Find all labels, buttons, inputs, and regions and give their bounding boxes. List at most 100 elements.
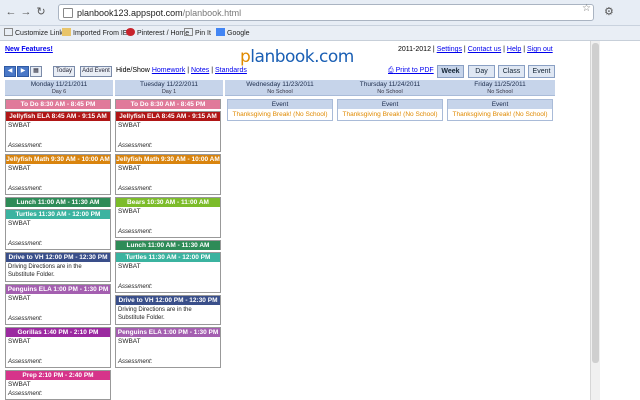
lesson-title: Drive to VH 12:00 PM - 12:30 PM (6, 253, 110, 262)
bookmark-label: Pinterest / Home (137, 30, 190, 37)
day-label: No School (487, 89, 513, 95)
lesson-card[interactable]: Prep 2:10 PM - 2:40 PM SWBAT Assessment: (5, 370, 111, 400)
lesson-assessment: Assessment: (8, 316, 43, 322)
calendar-icon[interactable]: ▦ (30, 66, 42, 77)
help-link[interactable]: Help (507, 46, 521, 53)
pinterest-icon (126, 28, 135, 36)
printer-icon: ⎙ (388, 67, 394, 74)
tab-week[interactable]: Week (437, 65, 464, 78)
lesson-assessment: Assessment: (8, 186, 43, 192)
lesson-card[interactable]: Jellyfish Math 9:30 AM - 10:00 AM SWBAT As… (5, 154, 111, 195)
back-icon[interactable]: ← (4, 5, 18, 19)
notes-toggle[interactable]: Notes (191, 67, 209, 74)
bookmark-google[interactable]: Google (216, 28, 250, 39)
lesson-card[interactable]: Jellyfish Math 9:30 AM - 10:00 AM SWBAT As… (115, 154, 221, 195)
day-header-wednesday: Wednesday 11/23/2011 No School (225, 80, 335, 96)
lesson-card[interactable]: Drive to VH 12:00 PM - 12:30 PM Driving D… (115, 295, 221, 325)
bookmark-star-icon[interactable]: ☆ (582, 3, 591, 14)
lesson-card[interactable]: Lunch 11:00 AM - 11:30 AM (115, 240, 221, 250)
google-icon (216, 28, 225, 36)
lesson-swbat: SWBAT (118, 263, 141, 270)
lesson-card[interactable]: Penguins ELA 1:00 PM - 1:30 PM SWBAT Asses… (115, 327, 221, 368)
standards-toggle[interactable]: Standards (215, 67, 247, 74)
lesson-assessment: Assessment: (8, 359, 43, 365)
bookmark-customize-links[interactable]: Customize Links (4, 28, 66, 39)
bookmark-pinterest[interactable]: Pinterest / Home (126, 28, 189, 39)
day-label: No School (377, 89, 403, 95)
new-features-link[interactable]: New Features! (5, 46, 53, 53)
event-text: Thanksgiving Break! (No School) (342, 111, 438, 118)
print-to-pdf-link[interactable]: ⎙ Print to PDF (388, 67, 434, 75)
lesson-swbat: SWBAT (118, 208, 141, 215)
lesson-card[interactable]: To Do 8:30 AM - 8:45 PM (115, 99, 221, 109)
lesson-assessment: Assessment: (8, 391, 43, 397)
url-host: planbook123.appspot.com (77, 8, 183, 18)
bookmark-label: Imported From IE (73, 30, 128, 37)
tab-event[interactable]: Event (528, 65, 555, 78)
homework-toggle[interactable]: Homework (152, 67, 185, 74)
prev-week-button[interactable]: ◀ (4, 66, 16, 77)
lesson-note: Driving Directions are in the Substitute… (118, 307, 192, 321)
forward-icon[interactable]: → (19, 5, 33, 19)
lesson-card[interactable]: Jellyfish ELA 8:45 AM - 9:15 AM SWBAT Asse… (5, 111, 111, 152)
lesson-title: Jellyfish ELA 8:45 AM - 9:15 AM (116, 112, 220, 121)
event-title: Event (448, 100, 552, 109)
day-label: Day 1 (161, 89, 177, 95)
tab-class[interactable]: Class (498, 65, 525, 78)
lesson-swbat: SWBAT (8, 381, 31, 388)
bookmark-imported-folder[interactable]: Imported From IE (62, 28, 127, 39)
logo-text: lanbook.com (250, 47, 354, 67)
sign-out-link[interactable]: Sign out (527, 46, 553, 53)
lesson-assessment: Assessment: (118, 186, 153, 192)
lesson-assessment: Assessment: (8, 143, 43, 149)
lesson-card[interactable]: Turtles 11:30 AM - 12:00 PM SWBAT Assessme… (5, 209, 111, 250)
lesson-swbat: SWBAT (8, 220, 31, 227)
day-header-tuesday: Tuesday 11/22/2011 Day 1 (115, 80, 223, 96)
lesson-title: Drive to VH 12:00 PM - 12:30 PM (116, 296, 220, 305)
page-icon (63, 8, 73, 18)
lesson-title: Jellyfish Math 9:30 AM - 10:00 AM (6, 155, 110, 164)
lesson-swbat: SWBAT (8, 295, 31, 302)
lesson-card[interactable]: Lunch 11:00 AM - 11:30 AM (5, 197, 111, 207)
window-background (600, 41, 640, 400)
day-name: Wednesday 11/23/2011 (246, 81, 314, 88)
tab-day[interactable]: Day (468, 65, 495, 78)
next-week-button[interactable]: ▶ (17, 66, 29, 77)
lesson-assessment: Assessment: (118, 229, 153, 235)
address-bar[interactable]: planbook123.appspot.com/planbook.html (58, 4, 594, 21)
settings-link[interactable]: Settings (437, 46, 462, 53)
today-button[interactable]: Today (53, 66, 75, 77)
bookmarks-bar: Customize Links Imported From IE Pintere… (0, 26, 640, 41)
lesson-swbat: SWBAT (118, 165, 141, 172)
lesson-card[interactable]: To Do 8:30 AM - 8:45 PM (5, 99, 111, 109)
planbook-logo: planbook.com (240, 47, 354, 67)
lesson-swbat: SWBAT (118, 122, 141, 129)
lesson-card[interactable]: Bears 10:30 AM - 11:00 AM SWBAT Assessment… (115, 197, 221, 238)
add-event-button[interactable]: Add Event (80, 66, 112, 77)
lesson-assessment: Assessment: (118, 143, 153, 149)
event-card[interactable]: Event Thanksgiving Break! (No School) (337, 99, 443, 121)
reload-icon[interactable]: ↻ (34, 5, 48, 19)
lesson-title: Lunch 11:00 AM - 11:30 AM (116, 241, 220, 250)
lesson-card[interactable]: Gorillas 1:40 PM - 2:10 PM SWBAT Assessmen… (5, 327, 111, 368)
event-title: Event (338, 100, 442, 109)
day-header-friday: Friday 11/25/2011 No School (445, 80, 555, 96)
hide-show-label: Hide/Show (116, 67, 150, 74)
lesson-card[interactable]: Penguins ELA 1:00 PM - 1:30 PM SWBAT Asses… (5, 284, 111, 325)
event-text: Thanksgiving Break! (No School) (452, 111, 548, 118)
bookmark-pin-it[interactable]: Pin It (184, 28, 211, 39)
vertical-scrollbar[interactable] (590, 41, 600, 400)
lesson-card[interactable]: Turtles 11:30 AM - 12:00 PM SWBAT Assessme… (115, 252, 221, 293)
lesson-card[interactable]: Jellyfish ELA 8:45 AM - 9:15 AM SWBAT Asse… (115, 111, 221, 152)
lesson-card[interactable]: Drive to VH 12:00 PM - 12:30 PM Driving D… (5, 252, 111, 282)
lesson-title: Gorillas 1:40 PM - 2:10 PM (6, 328, 110, 337)
scrollbar-thumb[interactable] (592, 43, 599, 363)
event-card[interactable]: Event Thanksgiving Break! (No School) (447, 99, 553, 121)
event-card[interactable]: Event Thanksgiving Break! (No School) (227, 99, 333, 121)
contact-link[interactable]: Contact us (468, 46, 501, 53)
day-name: Monday 11/21/2011 (30, 81, 88, 88)
day-label: No School (267, 89, 293, 95)
page-icon (4, 28, 13, 36)
lesson-title: Lunch 11:00 AM - 11:30 AM (6, 198, 110, 207)
wrench-menu-icon[interactable]: ⚙ (604, 5, 614, 18)
